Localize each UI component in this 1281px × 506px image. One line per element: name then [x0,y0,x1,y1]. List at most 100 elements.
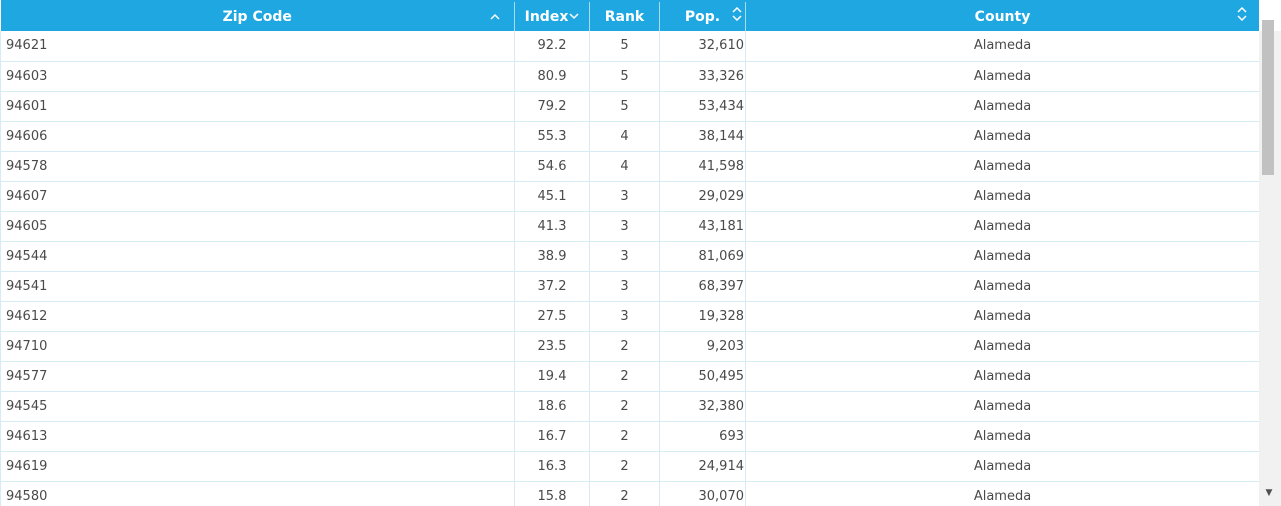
cell-county: Alameda [745,331,1260,362]
cell-county: Alameda [745,361,1260,392]
cell-zip-code: 94619 [0,451,515,482]
sort-updown-icon[interactable] [1237,6,1247,27]
cell-county: Alameda [745,121,1260,152]
cell-zip-code: 94606 [0,121,515,152]
cell-pop: 38,144 [659,121,746,152]
cell-rank: 3 [589,181,660,212]
table-row[interactable]: 94577 19.4 2 50,495 Alameda [0,361,1260,392]
table-row[interactable]: 94578 54.6 4 41,598 Alameda [0,151,1260,182]
cell-rank: 4 [589,121,660,152]
chevron-down-icon[interactable] [569,7,579,27]
sort-updown-icon[interactable] [732,6,742,27]
cell-index: 45.1 [514,181,590,212]
cell-pop: 32,610 [659,31,746,62]
cell-rank: 2 [589,421,660,452]
cell-county: Alameda [745,301,1260,332]
column-header-rank[interactable]: Rank [589,0,660,31]
cell-zip-code: 94710 [0,331,515,362]
column-header-pop[interactable]: Pop. [659,0,746,31]
column-header-label: Rank [604,8,645,25]
column-header-label: Index [524,8,569,25]
table-body: 94621 92.2 5 32,610 Alameda 94603 80.9 5 33,326 A… [0,31,1260,506]
cell-zip-code: 94607 [0,181,515,212]
cell-rank: 3 [589,211,660,242]
cell-zip-code: 94603 [0,61,515,92]
table-row[interactable]: 94612 27.5 3 19,328 Alameda [0,301,1260,332]
cell-rank: 5 [589,91,660,122]
cell-county: Alameda [745,391,1260,422]
column-header-label: Zip Code [222,8,292,25]
table-row[interactable]: 94601 79.2 5 53,434 Alameda [0,91,1260,122]
cell-index: 19.4 [514,361,590,392]
cell-pop: 32,380 [659,391,746,422]
cell-pop: 43,181 [659,211,746,242]
table-row[interactable]: 94619 16.3 2 24,914 Alameda [0,451,1260,482]
column-header-zip-code[interactable]: Zip Code [0,0,515,31]
cell-zip-code: 94580 [0,481,515,506]
table-row[interactable]: 94621 92.2 5 32,610 Alameda [0,31,1260,62]
table-row[interactable]: 94580 15.8 2 30,070 Alameda [0,481,1260,506]
table-row[interactable]: 94710 23.5 2 9,203 Alameda [0,331,1260,362]
cell-zip-code: 94577 [0,361,515,392]
cell-pop: 33,326 [659,61,746,92]
cell-rank: 2 [589,391,660,422]
cell-index: 79.2 [514,91,590,122]
cell-rank: 2 [589,481,660,506]
table-row[interactable]: 94541 37.2 3 68,397 Alameda [0,271,1260,302]
column-header-county[interactable]: County [745,0,1260,31]
cell-index: 18.6 [514,391,590,422]
cell-county: Alameda [745,151,1260,182]
table-row[interactable]: 94606 55.3 4 38,144 Alameda [0,121,1260,152]
cell-rank: 3 [589,271,660,302]
cell-index: 54.6 [514,151,590,182]
header-row: Zip Code Index Rank Pop. County [0,0,1260,31]
cell-zip-code: 94601 [0,91,515,122]
table-row[interactable]: 94544 38.9 3 81,069 Alameda [0,241,1260,272]
cell-pop: 50,495 [659,361,746,392]
cell-index: 38.9 [514,241,590,272]
cell-pop: 9,203 [659,331,746,362]
cell-rank: 2 [589,451,660,482]
cell-index: 27.5 [514,301,590,332]
cell-index: 16.3 [514,451,590,482]
cell-zip-code: 94544 [0,241,515,272]
cell-index: 92.2 [514,31,590,62]
table-row[interactable]: 94613 16.7 2 693 Alameda [0,421,1260,452]
cell-zip-code: 94613 [0,421,515,452]
cell-index: 55.3 [514,121,590,152]
scrollbar-thumb[interactable] [1262,20,1274,175]
cell-county: Alameda [745,421,1260,452]
table-row[interactable]: 94605 41.3 3 43,181 Alameda [0,211,1260,242]
cell-county: Alameda [745,91,1260,122]
cell-rank: 5 [589,31,660,62]
cell-rank: 3 [589,241,660,272]
cell-zip-code: 94612 [0,301,515,332]
table-row[interactable]: 94545 18.6 2 32,380 Alameda [0,391,1260,422]
cell-pop: 30,070 [659,481,746,506]
cell-county: Alameda [745,271,1260,302]
cell-county: Alameda [745,241,1260,272]
column-header-label: Pop. [684,8,721,25]
cell-zip-code: 94541 [0,271,515,302]
cell-index: 23.5 [514,331,590,362]
cell-pop: 81,069 [659,241,746,272]
zip-table: Zip Code Index Rank Pop. County 94621 92.2 5 32… [0,0,1260,506]
cell-index: 80.9 [514,61,590,92]
cell-rank: 2 [589,331,660,362]
data-grid: Zip Code Index Rank Pop. County 94621 92.2 5 32… [0,0,1281,506]
cell-county: Alameda [745,31,1260,62]
cell-index: 15.8 [514,481,590,506]
cell-county: Alameda [745,181,1260,212]
cell-county: Alameda [745,481,1260,506]
cell-county: Alameda [745,211,1260,242]
cell-index: 37.2 [514,271,590,302]
table-row[interactable]: 94607 45.1 3 29,029 Alameda [0,181,1260,212]
cell-rank: 2 [589,361,660,392]
table-row[interactable]: 94603 80.9 5 33,326 Alameda [0,61,1260,92]
cell-county: Alameda [745,61,1260,92]
cell-rank: 3 [589,301,660,332]
column-header-index[interactable]: Index [514,0,590,31]
cell-pop: 41,598 [659,151,746,182]
chevron-up-icon[interactable] [490,7,500,27]
scroll-down-icon[interactable]: ▼ [1262,486,1276,500]
